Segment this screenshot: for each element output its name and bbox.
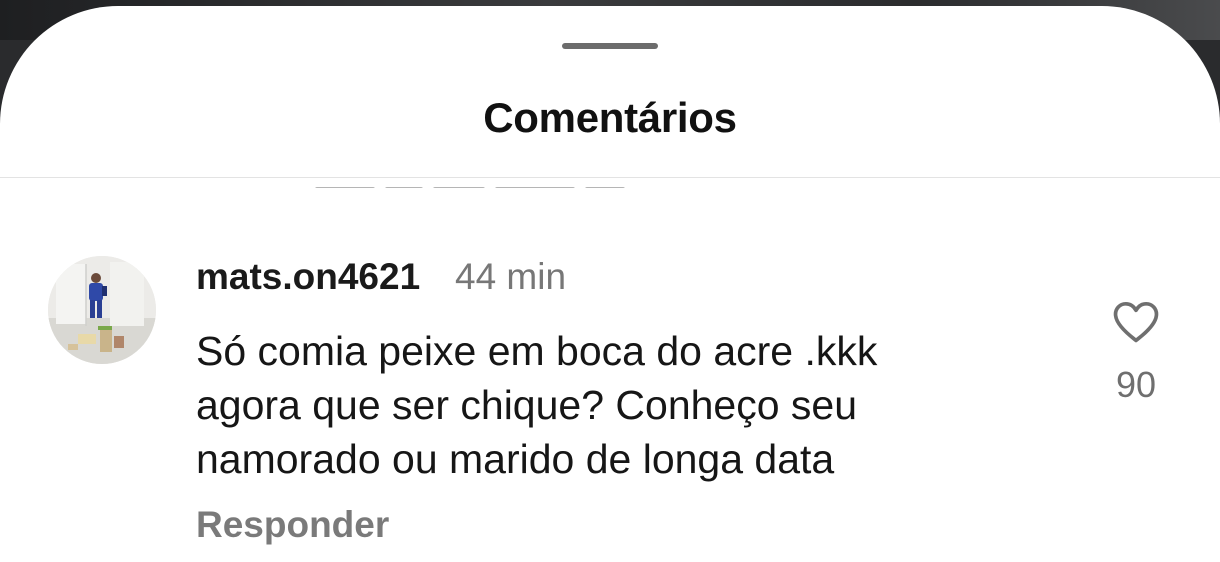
comment-timestamp: 44 min <box>455 256 567 297</box>
like-count: 90 <box>1115 364 1157 405</box>
like-button[interactable] <box>1110 296 1162 348</box>
comment-text: Só comia peixe em boca do acre .kkk agor… <box>196 324 1056 486</box>
comment-username[interactable]: mats.on4621 <box>196 256 420 298</box>
sheet-title: Comentários <box>483 94 737 141</box>
comment-text-line: Só comia peixe em boca do acre .kkk <box>196 328 878 374</box>
reply-button[interactable]: Responder <box>196 504 389 546</box>
scrolled-comment-remnant <box>315 178 635 188</box>
avatar[interactable] <box>48 256 156 364</box>
heart-outline-icon <box>1113 301 1159 343</box>
comments-sheet: Comentários mats.on4621 44 min Só comia … <box>0 6 1220 562</box>
comment-text-line: agora que ser chique? Conheço seu <box>196 382 858 428</box>
drag-handle[interactable] <box>562 43 658 49</box>
comment-text-line: namorado ou marido de longa data <box>196 436 835 482</box>
profile-photo <box>48 256 156 364</box>
